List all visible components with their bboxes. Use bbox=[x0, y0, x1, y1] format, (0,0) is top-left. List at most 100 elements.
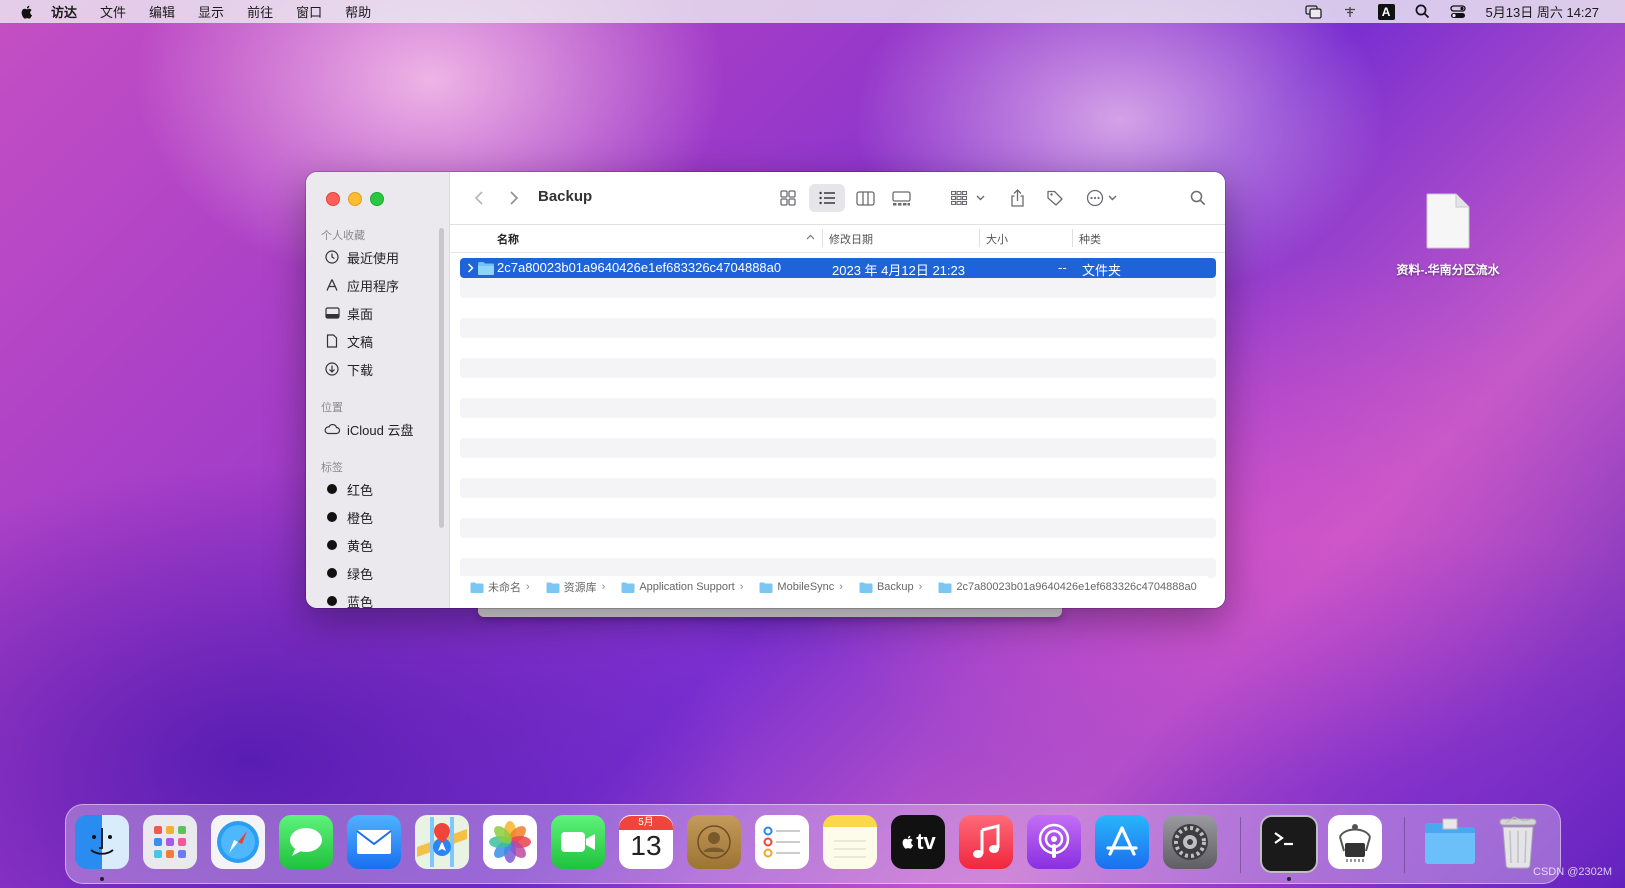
menu-view[interactable]: 显示 bbox=[198, 2, 224, 21]
dock-separator bbox=[1240, 817, 1241, 873]
share-button[interactable] bbox=[1004, 184, 1030, 212]
system-information-icon[interactable] bbox=[1328, 815, 1382, 869]
sidebar-scrollbar[interactable] bbox=[439, 228, 444, 528]
spotlight-search-icon[interactable] bbox=[1415, 4, 1430, 19]
minimize-button[interactable] bbox=[348, 192, 362, 206]
calendar-icon[interactable]: 5月 13 bbox=[619, 815, 673, 869]
mail-icon[interactable] bbox=[347, 815, 401, 869]
sidebar-item-applications[interactable]: 应用程序 bbox=[324, 273, 399, 297]
sidebar-item-icloud[interactable]: iCloud 云盘 bbox=[324, 417, 413, 441]
path-crumb[interactable]: Application Support › bbox=[611, 581, 743, 593]
menu-finder[interactable]: 访达 bbox=[51, 2, 77, 21]
wifi-off-icon[interactable] bbox=[1342, 5, 1358, 19]
empty-row bbox=[460, 398, 1216, 418]
facetime-icon[interactable] bbox=[551, 815, 605, 869]
gallery-view-button[interactable] bbox=[886, 184, 916, 212]
column-view-button[interactable] bbox=[850, 184, 880, 212]
path-crumb[interactable]: Backup › bbox=[849, 581, 922, 593]
apple-icon[interactable] bbox=[19, 4, 35, 20]
photos-icon[interactable] bbox=[483, 815, 537, 869]
launchpad-icon[interactable] bbox=[143, 815, 197, 869]
group-by-button[interactable] bbox=[947, 184, 989, 212]
sidebar-tag-red[interactable]: 红色 bbox=[324, 477, 373, 501]
tag-label: 绿色 bbox=[347, 566, 374, 582]
tag-button[interactable] bbox=[1042, 184, 1068, 212]
back-button[interactable] bbox=[468, 184, 490, 212]
path-crumb[interactable]: MobileSync › bbox=[749, 581, 843, 593]
trash-icon[interactable] bbox=[1491, 815, 1545, 869]
document-icon bbox=[324, 333, 340, 349]
zoom-button[interactable] bbox=[370, 192, 384, 206]
app-store-icon[interactable] bbox=[1095, 815, 1149, 869]
tag-label: 蓝色 bbox=[347, 594, 374, 609]
path-crumb[interactable]: 资源库 › bbox=[536, 579, 605, 595]
row-modified: 2023 年 4月12日 21:23 bbox=[832, 263, 965, 278]
table-row[interactable]: 2c7a80023b01a9640426e1ef683326c4704888a0… bbox=[460, 258, 1216, 278]
running-indicator bbox=[1287, 877, 1291, 881]
tag-dot-icon bbox=[324, 509, 340, 525]
forward-button[interactable] bbox=[503, 184, 525, 212]
column-header-modified[interactable]: 修改日期 bbox=[829, 231, 873, 247]
sidebar-tag-green[interactable]: 绿色 bbox=[324, 561, 373, 585]
sort-ascending-icon[interactable] bbox=[806, 234, 815, 240]
menu-edit[interactable]: 编辑 bbox=[149, 2, 175, 21]
folder-icon bbox=[621, 582, 635, 593]
column-header-kind[interactable]: 种类 bbox=[1079, 231, 1101, 247]
music-icon[interactable] bbox=[959, 815, 1013, 869]
menu-bar: 访达 文件 编辑 显示 前往 窗口 帮助 A 5月13日 周六 14:27 bbox=[0, 0, 1625, 23]
sidebar-item-documents[interactable]: 文稿 bbox=[324, 329, 373, 353]
folder-icon bbox=[546, 582, 560, 593]
sidebar-item-desktop[interactable]: 桌面 bbox=[324, 301, 373, 325]
sidebar-item-label: 文稿 bbox=[347, 334, 374, 350]
sidebar-tag-blue[interactable]: 蓝色 bbox=[324, 589, 373, 608]
apple-tv-icon[interactable]: tv bbox=[891, 815, 945, 869]
notes-icon[interactable] bbox=[823, 815, 877, 869]
menu-help[interactable]: 帮助 bbox=[345, 2, 371, 21]
path-crumb[interactable]: 未命名 › bbox=[460, 579, 530, 595]
empty-row bbox=[460, 318, 1216, 338]
path-crumb[interactable]: 2c7a80023b01a9640426e1ef683326c4704888a0 bbox=[928, 581, 1197, 593]
screen-mirroring-icon[interactable] bbox=[1304, 4, 1322, 19]
sidebar-item-label: iCloud 云盘 bbox=[347, 422, 414, 438]
disclosure-chevron-icon[interactable] bbox=[467, 263, 474, 273]
clock-icon bbox=[324, 249, 340, 265]
more-actions-button[interactable] bbox=[1081, 184, 1121, 212]
folder-icon bbox=[470, 582, 484, 593]
downloads-stack-icon[interactable] bbox=[1423, 815, 1477, 869]
control-center-icon[interactable] bbox=[1449, 4, 1466, 19]
sidebar-item-recents[interactable]: 最近使用 bbox=[324, 245, 399, 269]
desktop-file-label: 资料-.华南分区流水 bbox=[1396, 263, 1500, 277]
path-separator: › bbox=[526, 581, 530, 593]
path-label: 未命名 bbox=[488, 582, 521, 594]
desktop-file[interactable]: 资料-.华南分区流水 bbox=[1393, 192, 1503, 278]
terminal-icon[interactable] bbox=[1260, 815, 1318, 873]
reminders-icon[interactable] bbox=[755, 815, 809, 869]
list-view-button[interactable] bbox=[809, 184, 845, 212]
podcasts-icon[interactable] bbox=[1027, 815, 1081, 869]
main-content: Backup 名称 修改日期 大小 种类 2c7a80023b01a964042… bbox=[449, 172, 1225, 608]
sidebar-tag-yellow[interactable]: 黄色 bbox=[324, 533, 373, 557]
contacts-icon[interactable] bbox=[687, 815, 741, 869]
column-header-size[interactable]: 大小 bbox=[986, 231, 1008, 247]
finder-icon[interactable] bbox=[75, 815, 129, 869]
background-window-edge bbox=[478, 608, 1062, 617]
sidebar-item-downloads[interactable]: 下载 bbox=[324, 357, 373, 381]
sidebar-tag-orange[interactable]: 橙色 bbox=[324, 505, 373, 529]
column-header-name[interactable]: 名称 bbox=[497, 231, 519, 247]
path-separator: › bbox=[739, 581, 744, 593]
system-preferences-icon[interactable] bbox=[1163, 815, 1217, 869]
menu-file[interactable]: 文件 bbox=[100, 2, 126, 21]
menubar-clock[interactable]: 5月13日 周六 14:27 bbox=[1486, 2, 1599, 21]
sidebar-item-label: 下载 bbox=[347, 362, 374, 378]
icon-view-button[interactable] bbox=[773, 184, 803, 212]
folder-icon bbox=[938, 582, 952, 593]
menu-window[interactable]: 窗口 bbox=[296, 2, 322, 21]
safari-icon[interactable] bbox=[211, 815, 265, 869]
search-button[interactable] bbox=[1185, 184, 1211, 212]
column-divider bbox=[1072, 229, 1073, 247]
menu-go[interactable]: 前往 bbox=[247, 2, 273, 21]
close-button[interactable] bbox=[326, 192, 340, 206]
messages-icon[interactable] bbox=[279, 815, 333, 869]
maps-icon[interactable] bbox=[415, 815, 469, 869]
input-method-icon[interactable]: A bbox=[1377, 3, 1395, 20]
